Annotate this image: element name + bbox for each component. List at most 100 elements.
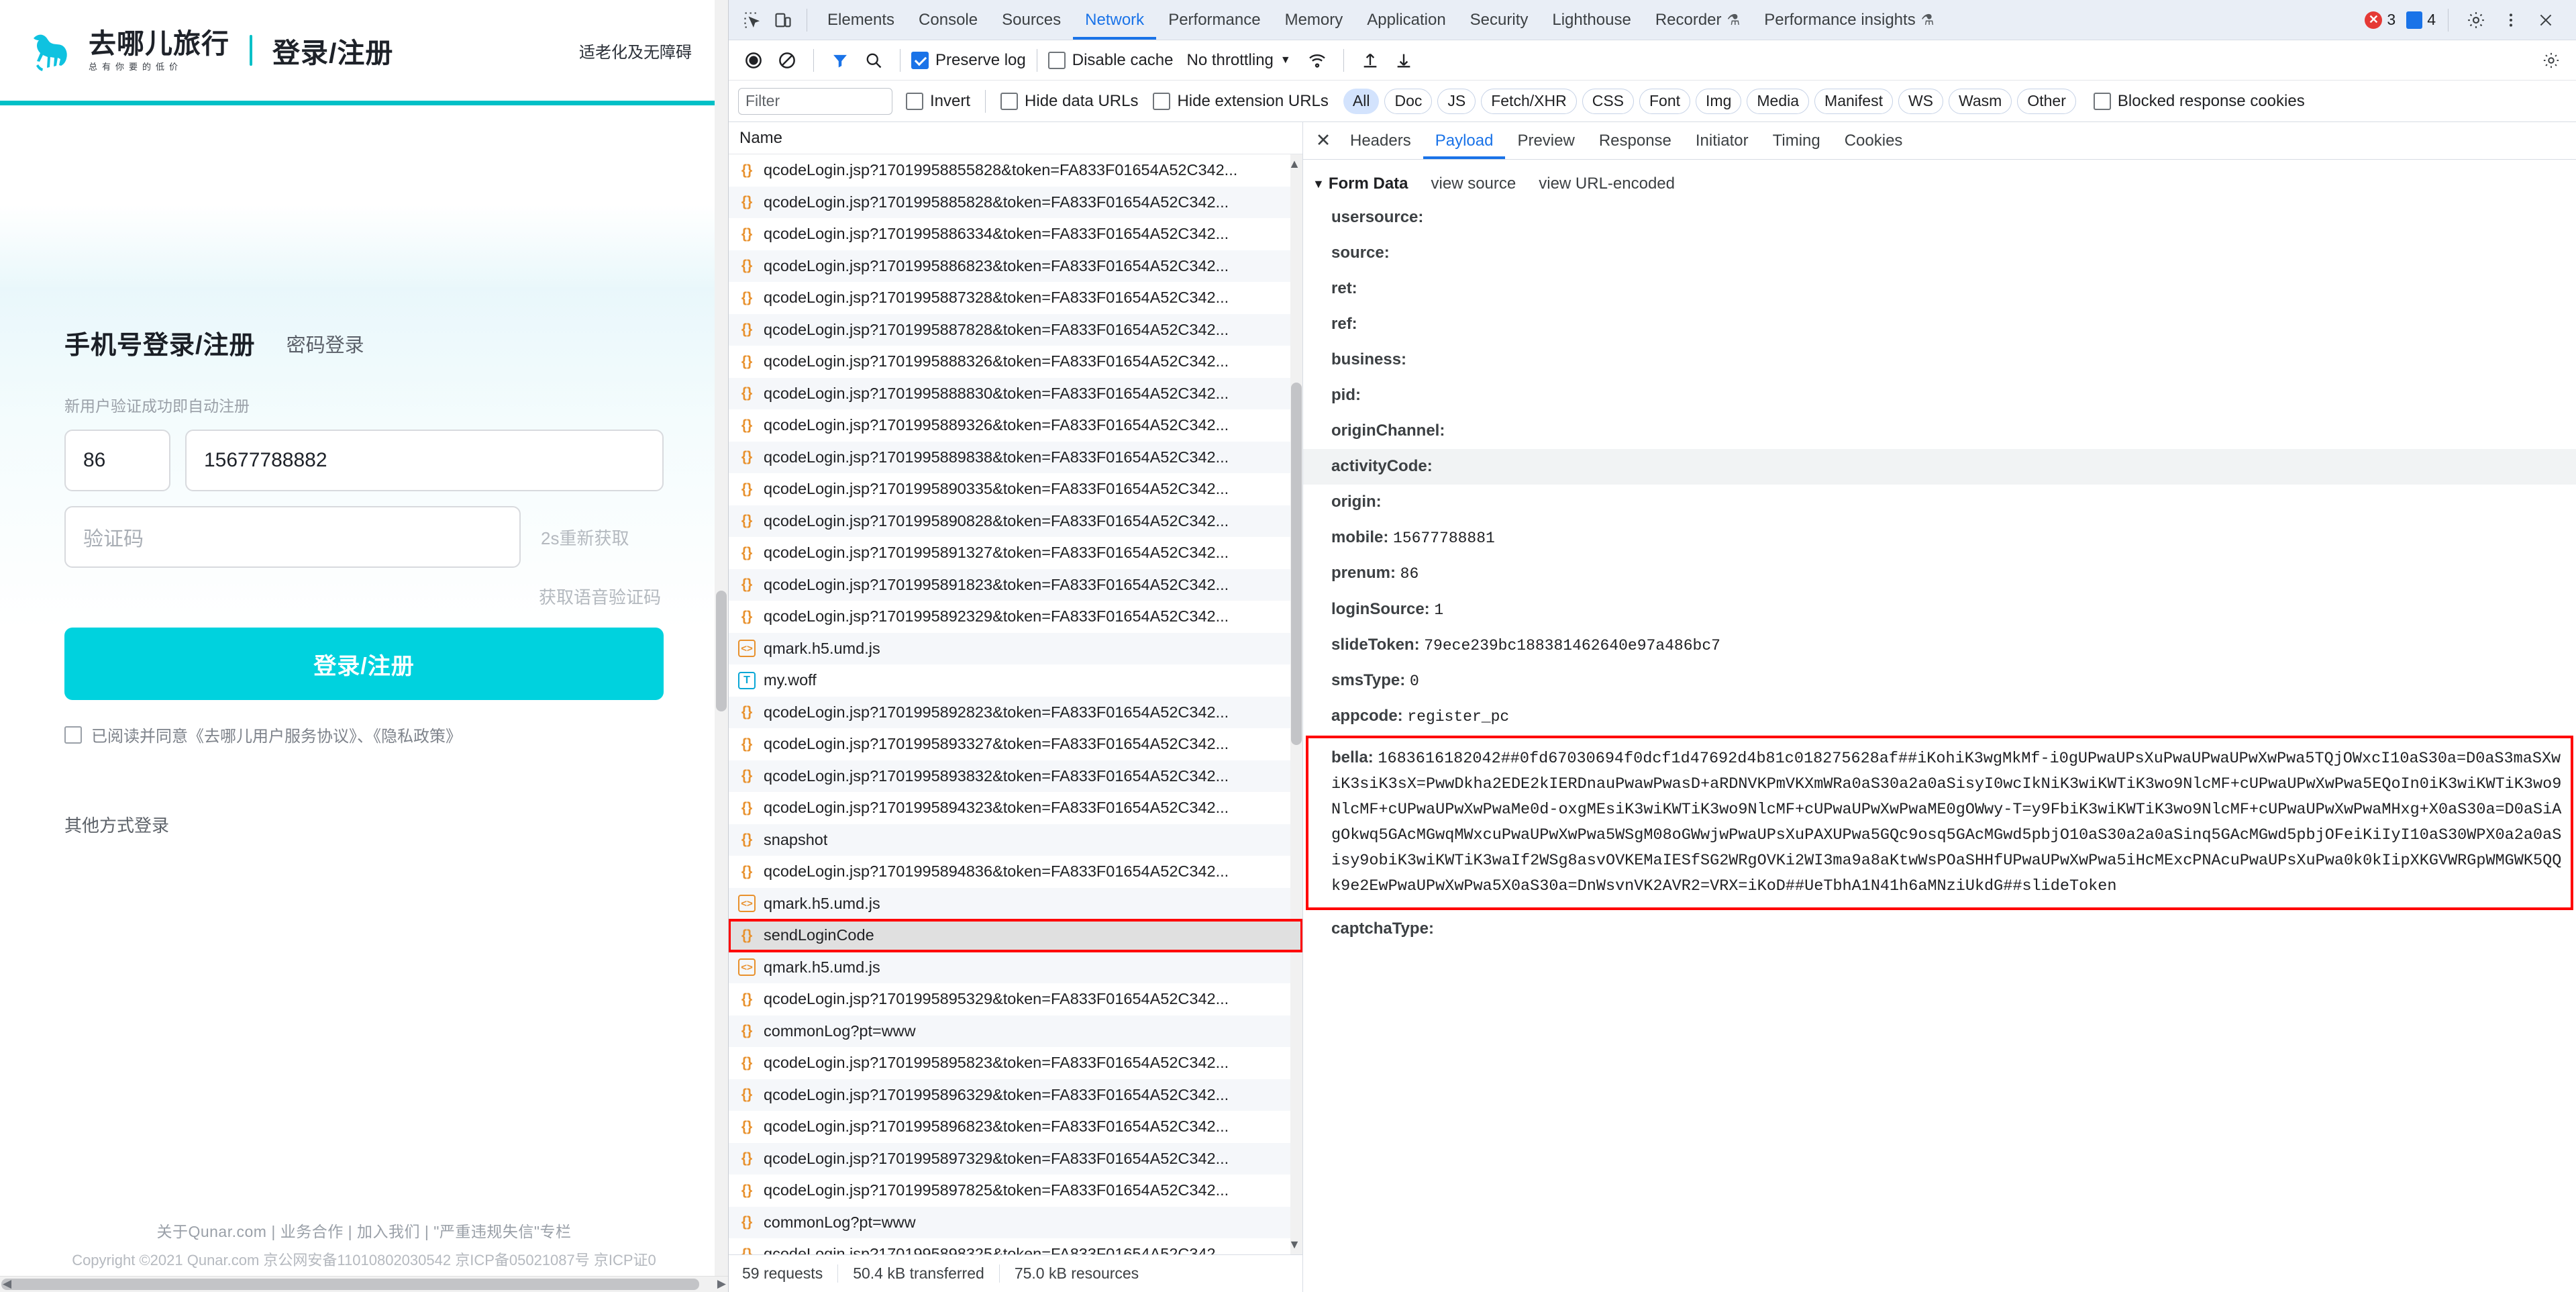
tab-password-login[interactable]: 密码登录: [287, 330, 364, 361]
filter-type-all[interactable]: All: [1343, 88, 1380, 114]
blocked-response-cookies-checkbox[interactable]: Blocked response cookies: [2093, 92, 2305, 111]
request-row[interactable]: {} qcodeLogin.jsp?1701995897825&token=FA8…: [729, 1175, 1302, 1207]
search-icon[interactable]: [858, 45, 889, 76]
form-data-title[interactable]: ▼ Form Data: [1312, 175, 1408, 193]
info-count-badge[interactable]: 4: [2406, 11, 2436, 29]
inspect-element-icon[interactable]: [737, 5, 768, 36]
detail-tab-preview[interactable]: Preview: [1505, 123, 1586, 159]
disable-cache-checkbox[interactable]: Disable cache: [1047, 51, 1173, 70]
filter-type-font[interactable]: Font: [1639, 88, 1691, 114]
detail-tab-response[interactable]: Response: [1587, 123, 1684, 159]
tab-elements[interactable]: Elements: [815, 1, 907, 40]
site-logo[interactable]: 去哪儿旅行 总有你要的低价: [31, 29, 229, 72]
voice-code-link[interactable]: 获取语音验证码: [539, 584, 661, 609]
scroll-down-arrow-icon[interactable]: ▼: [1288, 1238, 1300, 1252]
request-list[interactable]: {} qcodeLogin.jsp?17019958855828&token=FA…: [729, 154, 1302, 1254]
detail-tab-cookies[interactable]: Cookies: [1833, 123, 1915, 159]
accessibility-link[interactable]: 适老化及无障碍: [579, 39, 692, 62]
agreement-checkbox[interactable]: [64, 726, 82, 744]
request-row[interactable]: {} qcodeLogin.jsp?1701995888326&token=FA8…: [729, 346, 1302, 378]
request-row[interactable]: {} commonLog?pt=www: [729, 1015, 1302, 1047]
filter-type-img[interactable]: Img: [1696, 88, 1742, 114]
request-row[interactable]: {} qcodeLogin.jsp?1701995888830&token=FA8…: [729, 377, 1302, 409]
record-button-icon[interactable]: [738, 45, 769, 76]
agreement-text[interactable]: 已阅读并同意《去哪儿用户服务协议》、《隐私政策》: [91, 723, 462, 746]
request-row[interactable]: {} qcodeLogin.jsp?1701995891327&token=FA8…: [729, 537, 1302, 569]
export-har-icon[interactable]: [1388, 45, 1419, 76]
scroll-left-arrow-icon[interactable]: ◀: [3, 1277, 11, 1291]
request-row[interactable]: {} qcodeLogin.jsp?1701995887328&token=FA8…: [729, 282, 1302, 314]
tab-phone-login[interactable]: 手机号登录/注册: [64, 324, 256, 361]
request-row[interactable]: {} qcodeLogin.jsp?1701995894836&token=FA8…: [729, 856, 1302, 888]
filter-type-fetch-xhr[interactable]: Fetch/XHR: [1481, 88, 1577, 114]
detail-tab-headers[interactable]: Headers: [1338, 123, 1423, 159]
other-login-link[interactable]: 其他方式登录: [64, 812, 664, 837]
filter-type-media[interactable]: Media: [1747, 88, 1810, 114]
error-count-badge[interactable]: ✕ 3: [2365, 11, 2395, 29]
request-row[interactable]: {} commonLog?pt=www: [729, 1206, 1302, 1238]
request-row[interactable]: <> qmark.h5.umd.js: [729, 632, 1302, 664]
resend-code-button[interactable]: 2s重新获取: [541, 525, 629, 550]
request-row[interactable]: {} qcodeLogin.jsp?1701995885828&token=FA8…: [729, 186, 1302, 218]
request-row[interactable]: {} qcodeLogin.jsp?1701995887828&token=FA8…: [729, 313, 1302, 346]
request-row[interactable]: {} qcodeLogin.jsp?1701995895823&token=FA8…: [729, 1047, 1302, 1079]
filter-type-wasm[interactable]: Wasm: [1949, 88, 2012, 114]
request-row[interactable]: {} qcodeLogin.jsp?1701995897329&token=FA8…: [729, 1142, 1302, 1175]
request-row[interactable]: {} qcodeLogin.jsp?1701995893327&token=FA8…: [729, 728, 1302, 760]
hide-data-urls-checkbox[interactable]: Hide data URLs: [1000, 92, 1138, 111]
tab-lighthouse[interactable]: Lighthouse: [1540, 1, 1643, 40]
footer-links[interactable]: 关于Qunar.com | 业务合作 | 加入我们 | "严重违规失信"专栏: [0, 1218, 728, 1247]
request-row[interactable]: {} snapshot: [729, 824, 1302, 856]
scroll-right-arrow-icon[interactable]: ▶: [717, 1277, 726, 1291]
hide-extension-urls-checkbox[interactable]: Hide extension URLs: [1153, 92, 1329, 111]
request-row[interactable]: {} qcodeLogin.jsp?1701995890335&token=FA8…: [729, 473, 1302, 505]
tab-performance[interactable]: Performance: [1156, 1, 1272, 40]
request-row[interactable]: {} qcodeLogin.jsp?1701995892329&token=FA8…: [729, 601, 1302, 633]
request-list-scrollbar[interactable]: ▲ ▼: [1288, 154, 1302, 1254]
filter-type-other[interactable]: Other: [2017, 88, 2076, 114]
request-row[interactable]: {} qcodeLogin.jsp?1701995896823&token=FA8…: [729, 1111, 1302, 1143]
request-list-scroll-thumb[interactable]: [1291, 383, 1302, 745]
request-row[interactable]: {} qcodeLogin.jsp?1701995890828&token=FA8…: [729, 505, 1302, 537]
request-row[interactable]: {} qcodeLogin.jsp?1701995891823&token=FA8…: [729, 568, 1302, 601]
request-row[interactable]: {} qcodeLogin.jsp?1701995892823&token=FA8…: [729, 696, 1302, 728]
country-code-input[interactable]: 86: [64, 430, 170, 491]
network-settings-gear-icon[interactable]: [2536, 45, 2567, 76]
request-row[interactable]: <> qmark.h5.umd.js: [729, 887, 1302, 920]
request-row[interactable]: {} qcodeLogin.jsp?1701995894323&token=FA8…: [729, 792, 1302, 824]
tab-application[interactable]: Application: [1355, 1, 1457, 40]
tab-console[interactable]: Console: [907, 1, 990, 40]
login-submit-button[interactable]: 登录/注册: [64, 628, 664, 700]
tab-sources[interactable]: Sources: [990, 1, 1073, 40]
tab-performance-insights[interactable]: Performance insights ⚗: [1752, 1, 1946, 40]
page-horizontal-scroll-thumb[interactable]: [1, 1279, 699, 1290]
request-row[interactable]: {} qcodeLogin.jsp?1701995889838&token=FA8…: [729, 441, 1302, 473]
verification-code-input[interactable]: 验证码: [64, 506, 521, 568]
filter-input[interactable]: Filter: [738, 87, 892, 115]
request-row[interactable]: {} qcodeLogin.jsp?1701995886334&token=FA8…: [729, 218, 1302, 250]
request-row[interactable]: {} qcodeLogin.jsp?1701995886823&token=FA8…: [729, 250, 1302, 282]
view-source-link[interactable]: view source: [1431, 175, 1516, 193]
request-row[interactable]: {} qcodeLogin.jsp?1701995896329&token=FA8…: [729, 1079, 1302, 1111]
filter-type-manifest[interactable]: Manifest: [1814, 88, 1893, 114]
detail-tab-timing[interactable]: Timing: [1761, 123, 1833, 159]
filter-type-js[interactable]: JS: [1437, 88, 1476, 114]
scroll-up-arrow-icon[interactable]: ▲: [1288, 157, 1300, 171]
request-row[interactable]: {} qcodeLogin.jsp?1701995898325&token=FA8…: [729, 1238, 1302, 1254]
request-row[interactable]: {} sendLoginCode: [729, 919, 1302, 952]
page-vertical-scroll-thumb[interactable]: [716, 591, 727, 711]
request-row[interactable]: {} qcodeLogin.jsp?1701995893832&token=FA8…: [729, 760, 1302, 792]
device-toolbar-icon[interactable]: [768, 5, 798, 36]
tab-security[interactable]: Security: [1458, 1, 1541, 40]
throttling-select[interactable]: No throttling ▼: [1186, 51, 1290, 70]
page-vertical-scrollbar[interactable]: [715, 0, 728, 1292]
view-url-encoded-link[interactable]: view URL-encoded: [1539, 175, 1675, 193]
tab-recorder[interactable]: Recorder ⚗: [1643, 1, 1752, 40]
request-row[interactable]: {} qcodeLogin.jsp?17019958855828&token=FA…: [729, 154, 1302, 187]
phone-input[interactable]: 15677788882: [185, 430, 664, 491]
request-row[interactable]: {} qcodeLogin.jsp?1701995895329&token=FA8…: [729, 983, 1302, 1015]
request-row[interactable]: <> qmark.h5.umd.js: [729, 951, 1302, 983]
detail-tab-initiator[interactable]: Initiator: [1684, 123, 1761, 159]
clear-button-icon[interactable]: [772, 45, 803, 76]
close-devtools-icon[interactable]: [2530, 5, 2561, 36]
